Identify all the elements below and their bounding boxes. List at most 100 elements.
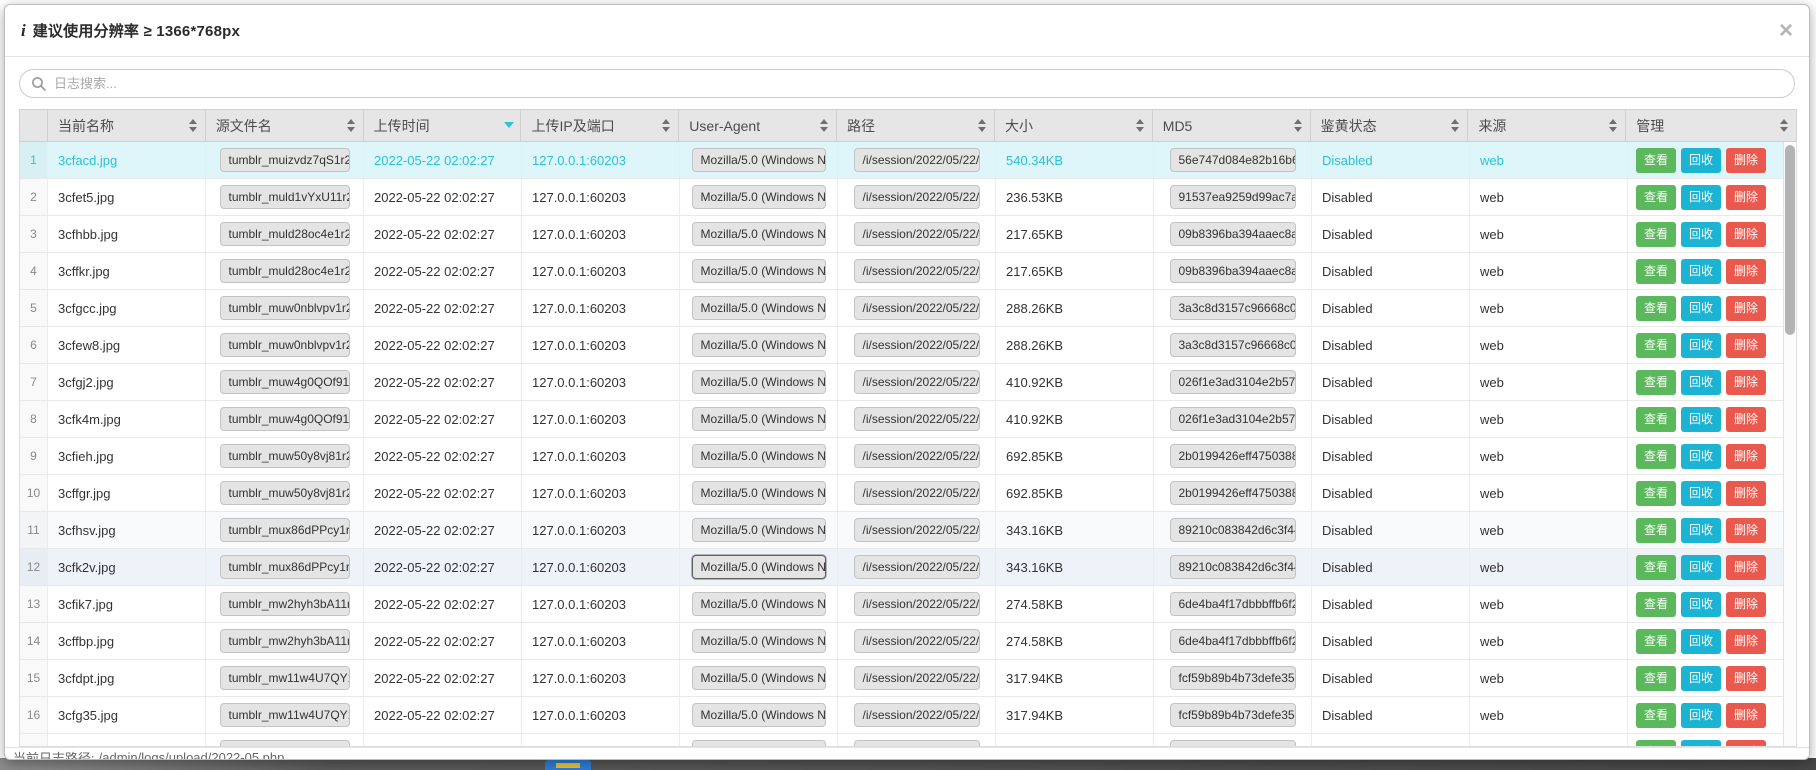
md5-chip[interactable]: 56e747d084e82b16b67 <box>1170 148 1296 172</box>
user-agent-chip[interactable]: Mozilla/5.0 (Windows N <box>692 518 826 542</box>
user-agent-chip[interactable]: Mozilla/5.0 (Windows N <box>692 407 826 431</box>
delete-button[interactable]: 删除 <box>1726 444 1766 469</box>
view-button[interactable]: 查看 <box>1636 666 1676 691</box>
delete-button[interactable]: 删除 <box>1726 407 1766 432</box>
sort-icon[interactable] <box>1451 119 1460 132</box>
view-button[interactable]: 查看 <box>1636 481 1676 506</box>
path-chip[interactable]: /i/session/2022/05/22/3 <box>854 407 980 431</box>
source-file-chip[interactable]: tumblr_mw11w4U7QY1 <box>220 703 350 727</box>
view-button[interactable]: 查看 <box>1636 703 1676 728</box>
user-agent-chip[interactable] <box>692 740 826 747</box>
view-button[interactable]: 查看 <box>1636 370 1676 395</box>
table-row[interactable]: 9 3cfieh.jpg tumblr_muw50y8vj81r2 2022-0… <box>20 438 1785 475</box>
view-button[interactable]: 查看 <box>1636 333 1676 358</box>
source-file-chip[interactable]: tumblr_muw50y8vj81r2 <box>220 444 350 468</box>
md5-chip[interactable]: 3a3c8d3157c96668c01 <box>1170 333 1296 357</box>
delete-button[interactable]: 删除 <box>1726 185 1766 210</box>
delete-button[interactable]: 删除 <box>1726 555 1766 580</box>
md5-chip[interactable]: fcf59b89b4b73defe354 <box>1170 666 1296 690</box>
path-chip[interactable]: /i/session/2022/05/22/3 <box>854 370 980 394</box>
path-chip[interactable]: /i/session/2022/05/22/3 <box>854 518 980 542</box>
path-chip[interactable]: /i/session/2022/05/22/3 <box>854 703 980 727</box>
delete-button[interactable]: 删除 <box>1726 333 1766 358</box>
recycle-button[interactable]: 回收 <box>1681 518 1721 543</box>
md5-chip[interactable]: 09b8396ba394aaec8aa <box>1170 222 1296 246</box>
source-file-chip[interactable]: tumblr_mw2hyh3bA11r <box>220 629 350 653</box>
user-agent-chip[interactable]: Mozilla/5.0 (Windows N <box>692 222 826 246</box>
recycle-button[interactable]: 回收 <box>1681 740 1721 748</box>
delete-button[interactable]: 删除 <box>1726 703 1766 728</box>
table-row[interactable]: 16 3cfg35.jpg tumblr_mw11w4U7QY1 2022-05… <box>20 697 1785 734</box>
user-agent-chip[interactable]: Mozilla/5.0 (Windows N <box>692 629 826 653</box>
md5-chip[interactable]: 026f1e3ad3104e2b57d <box>1170 407 1296 431</box>
table-row[interactable]: 14 3cffbp.jpg tumblr_mw2hyh3bA11r 2022-0… <box>20 623 1785 660</box>
recycle-button[interactable]: 回收 <box>1681 185 1721 210</box>
path-chip[interactable]: /i/session/2022/05/22/3 <box>854 629 980 653</box>
md5-chip[interactable]: 89210c083842d6c3f44 <box>1170 555 1296 579</box>
table-row[interactable]: web 查看 回收 删除 <box>20 734 1785 747</box>
sort-desc-icon[interactable] <box>504 119 513 132</box>
view-button[interactable]: 查看 <box>1636 222 1676 247</box>
recycle-button[interactable]: 回收 <box>1681 333 1721 358</box>
recycle-button[interactable]: 回收 <box>1681 259 1721 284</box>
user-agent-chip[interactable]: Mozilla/5.0 (Windows N <box>692 370 826 394</box>
delete-button[interactable]: 删除 <box>1726 629 1766 654</box>
recycle-button[interactable]: 回收 <box>1681 555 1721 580</box>
table-row[interactable]: 6 3cfew8.jpg tumblr_muw0nblvpv1r2 2022-0… <box>20 327 1785 364</box>
header-name[interactable]: 当前名称 <box>48 110 206 141</box>
delete-button[interactable]: 删除 <box>1726 481 1766 506</box>
path-chip[interactable]: /i/session/2022/05/22/3 <box>854 481 980 505</box>
user-agent-chip[interactable]: Mozilla/5.0 (Windows N <box>692 703 826 727</box>
sort-icon[interactable] <box>1294 119 1303 132</box>
header-md5[interactable]: MD5 <box>1153 110 1311 141</box>
recycle-button[interactable]: 回收 <box>1681 296 1721 321</box>
source-file-chip[interactable]: tumblr_muw4g0QOf91r <box>220 370 350 394</box>
recycle-button[interactable]: 回收 <box>1681 407 1721 432</box>
header-path[interactable]: 路径 <box>837 110 995 141</box>
recycle-button[interactable]: 回收 <box>1681 629 1721 654</box>
table-scrollbar-thumb[interactable] <box>1785 145 1795 335</box>
md5-chip[interactable]: 91537ea9259d99ac7a1 <box>1170 185 1296 209</box>
md5-chip[interactable] <box>1170 740 1296 747</box>
sort-icon[interactable] <box>1136 119 1145 132</box>
path-chip[interactable]: /i/session/2022/05/22/3 <box>854 296 980 320</box>
view-button[interactable]: 查看 <box>1636 518 1676 543</box>
sort-icon[interactable] <box>1780 119 1789 132</box>
source-file-chip[interactable]: tumblr_muw50y8vj81r2 <box>220 481 350 505</box>
user-agent-chip[interactable]: Mozilla/5.0 (Windows N <box>692 666 826 690</box>
delete-button[interactable]: 删除 <box>1726 666 1766 691</box>
table-row[interactable]: 7 3cfgj2.jpg tumblr_muw4g0QOf91r 2022-05… <box>20 364 1785 401</box>
user-agent-chip[interactable]: Mozilla/5.0 (Windows N <box>692 259 826 283</box>
table-row[interactable]: 13 3cfik7.jpg tumblr_mw2hyh3bA11r 2022-0… <box>20 586 1785 623</box>
recycle-button[interactable]: 回收 <box>1681 703 1721 728</box>
sort-icon[interactable] <box>347 119 356 132</box>
header-manage[interactable]: 管理 <box>1626 110 1796 141</box>
recycle-button[interactable]: 回收 <box>1681 592 1721 617</box>
view-button[interactable]: 查看 <box>1636 148 1676 173</box>
user-agent-chip[interactable]: Mozilla/5.0 (Windows N <box>692 148 826 172</box>
view-button[interactable]: 查看 <box>1636 185 1676 210</box>
path-chip[interactable]: /i/session/2022/05/22/3 <box>854 592 980 616</box>
view-button[interactable]: 查看 <box>1636 555 1676 580</box>
delete-button[interactable]: 删除 <box>1726 148 1766 173</box>
user-agent-chip[interactable]: Mozilla/5.0 (Windows N <box>692 444 826 468</box>
header-ua[interactable]: User-Agent <box>679 110 837 141</box>
path-chip[interactable]: /i/session/2022/05/22/3 <box>854 185 980 209</box>
source-file-chip[interactable]: tumblr_muld28oc4e1r2 <box>220 259 350 283</box>
table-row[interactable]: 10 3cffgr.jpg tumblr_muw50y8vj81r2 2022-… <box>20 475 1785 512</box>
view-button[interactable]: 查看 <box>1636 629 1676 654</box>
table-row[interactable]: 4 3cffkr.jpg tumblr_muld28oc4e1r2 2022-0… <box>20 253 1785 290</box>
table-row[interactable]: 5 3cfgcc.jpg tumblr_muw0nblvpv1r2 2022-0… <box>20 290 1785 327</box>
background-page-button[interactable] <box>545 760 591 770</box>
path-chip[interactable]: /i/session/2022/05/22/3 <box>854 222 980 246</box>
table-row[interactable]: 1 3cfacd.jpg tumblr_muizvdz7qS1r2 2022-0… <box>20 142 1785 179</box>
recycle-button[interactable]: 回收 <box>1681 444 1721 469</box>
md5-chip[interactable]: 09b8396ba394aaec8aa <box>1170 259 1296 283</box>
delete-button[interactable]: 删除 <box>1726 592 1766 617</box>
view-button[interactable]: 查看 <box>1636 296 1676 321</box>
path-chip[interactable]: /i/session/2022/05/22/3 <box>854 666 980 690</box>
close-icon[interactable]: × <box>1779 21 1793 41</box>
md5-chip[interactable]: fcf59b89b4b73defe354 <box>1170 703 1296 727</box>
table-scrollbar-track[interactable] <box>1783 142 1796 746</box>
source-file-chip[interactable] <box>220 740 350 747</box>
